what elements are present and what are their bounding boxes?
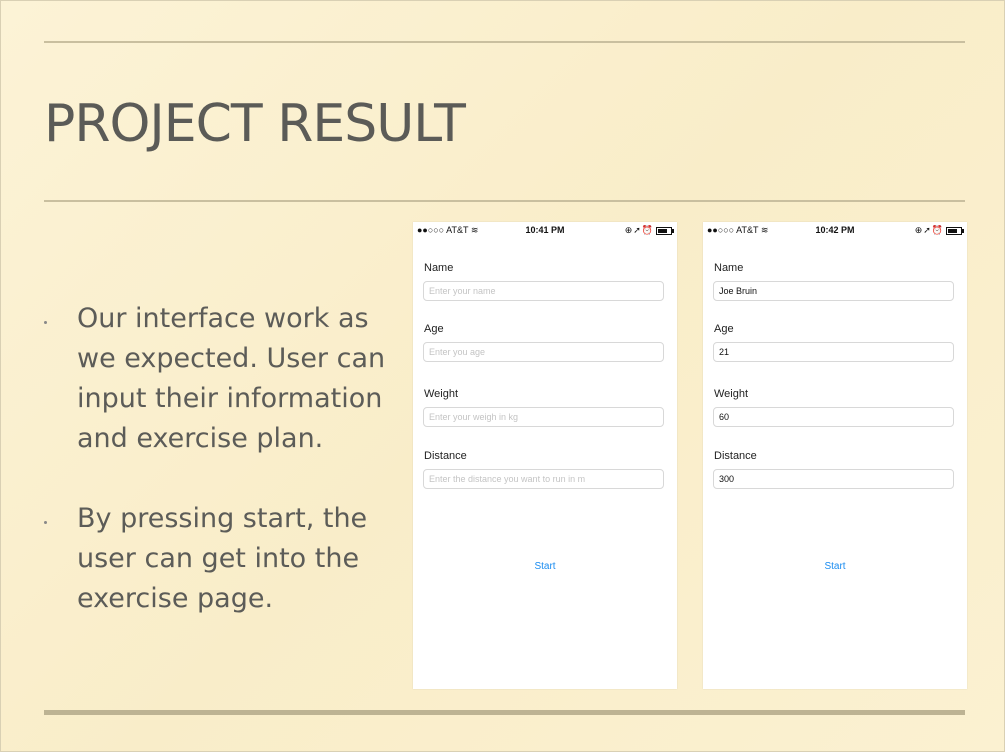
bullet-dot-icon <box>44 321 47 324</box>
top-divider <box>44 41 965 43</box>
age-label: Age <box>714 323 734 335</box>
bullet-item: By pressing start, the user can get into… <box>44 499 394 619</box>
title-divider <box>44 200 965 202</box>
bullet-dot-icon <box>44 521 47 524</box>
weight-input[interactable]: 60 <box>713 407 954 427</box>
weight-input[interactable]: Enter your weigh in kg <box>423 407 664 427</box>
status-icons: ⊕➚⏰ <box>624 225 674 236</box>
status-icons: ⊕➚⏰ <box>914 225 964 236</box>
weight-label: Weight <box>424 388 459 400</box>
name-input[interactable]: Enter your name <box>423 281 664 301</box>
slide: PROJECT RESULT Our interface work as we … <box>0 0 1005 752</box>
alarm-icon: ⏰ <box>641 225 654 235</box>
bottom-divider <box>44 710 965 715</box>
name-label: Name <box>714 262 744 274</box>
weight-label: Weight <box>714 388 749 400</box>
battery-icon <box>946 226 964 235</box>
bullet-item: Our interface work as we expected. User … <box>44 299 394 459</box>
orientation-lock-icon: ⊕ <box>624 225 634 235</box>
bullet-list: Our interface work as we expected. User … <box>44 299 394 619</box>
location-icon: ➚ <box>633 225 642 235</box>
phone-screenshot-empty: ●●○○○ AT&T ≋ 10:41 PM ⊕➚⏰ Name Enter you… <box>413 222 677 689</box>
status-bar: ●●○○○ AT&T ≋ 10:41 PM ⊕➚⏰ <box>413 222 677 238</box>
start-button[interactable]: Start <box>413 561 677 572</box>
age-label: Age <box>424 323 444 335</box>
phone-screenshot-filled: ●●○○○ AT&T ≋ 10:42 PM ⊕➚⏰ Name Joe Bruin… <box>703 222 967 689</box>
name-label: Name <box>424 262 454 274</box>
distance-label: Distance <box>714 450 757 462</box>
start-button[interactable]: Start <box>703 561 967 572</box>
distance-label: Distance <box>424 450 467 462</box>
bullet-text: Our interface work as we expected. User … <box>77 303 386 454</box>
name-input[interactable]: Joe Bruin <box>713 281 954 301</box>
bullet-text: By pressing start, the user can get into… <box>77 503 368 614</box>
age-input[interactable]: 21 <box>713 342 954 362</box>
distance-input[interactable]: 300 <box>713 469 954 489</box>
distance-input[interactable]: Enter the distance you want to run in m <box>423 469 664 489</box>
alarm-icon: ⏰ <box>931 225 944 235</box>
orientation-lock-icon: ⊕ <box>914 225 924 235</box>
location-icon: ➚ <box>923 225 932 235</box>
slide-title: PROJECT RESULT <box>44 94 466 154</box>
battery-icon <box>656 226 674 235</box>
age-input[interactable]: Enter you age <box>423 342 664 362</box>
status-bar: ●●○○○ AT&T ≋ 10:42 PM ⊕➚⏰ <box>703 222 967 238</box>
